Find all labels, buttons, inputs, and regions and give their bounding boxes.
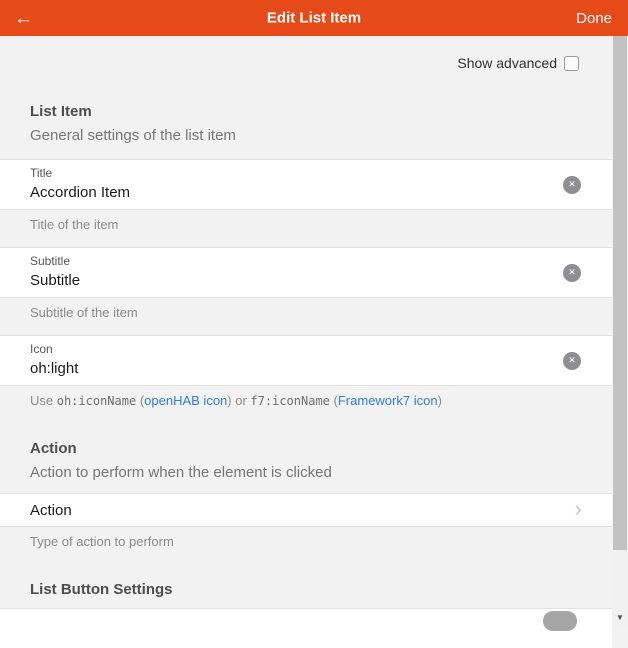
subtitle-field-card: Subtitle ✕ [0,247,612,298]
back-arrow-icon[interactable]: ← [14,9,40,28]
title-field-card: Title ✕ [0,159,612,210]
subtitle-input[interactable] [30,272,530,289]
settings-form: Show advanced List Item General settings… [0,55,612,648]
title-field-hint: Title of the item [30,217,582,232]
title-input[interactable] [30,184,530,201]
subtitle-field-hint: Subtitle of the item [30,305,582,320]
icon-hint-oh-syntax: oh:iconName [57,394,136,408]
icon-field-card: Icon ✕ [0,335,612,386]
section-desc-action: Action to perform when the element is cl… [30,464,582,481]
icon-hint-f7-syntax: f7:iconName [250,394,329,408]
section-title-list-item: List Item [30,103,582,120]
scrollbar-down-arrow-icon[interactable]: ▼ [612,613,628,622]
list-button-toggle[interactable] [543,611,577,631]
section-title-action: Action [30,440,582,457]
vertical-scrollbar[interactable]: ▼ [612,36,628,628]
icon-hint-paren2: ( [330,393,338,408]
page-title: Edit List Item [267,10,361,27]
action-row[interactable]: Action › [0,493,612,527]
icon-hint-prefix: Use [30,393,57,408]
navbar: ← Edit List Item Done [0,0,628,36]
clear-subtitle-icon[interactable]: ✕ [563,264,581,282]
list-button-card [0,608,612,648]
openhab-icon-link[interactable]: openHAB icon [144,393,227,408]
show-advanced-label: Show advanced [457,55,557,71]
icon-hint-paren1: ( [136,393,144,408]
show-advanced-row: Show advanced [0,55,579,71]
section-title-list-button: List Button Settings [30,581,582,598]
section-desc-list-item: General settings of the list item [30,127,582,144]
subtitle-field-label: Subtitle [30,254,582,268]
scrollbar-thumb[interactable] [613,36,627,550]
framework7-icon-link[interactable]: Framework7 icon [338,393,438,408]
action-row-label: Action [30,502,72,519]
icon-field-label: Icon [30,342,582,356]
icon-hint-suffix: ) [438,393,442,408]
title-field-label: Title [30,166,582,180]
icon-hint-middle: ) or [227,393,250,408]
icon-input[interactable] [30,360,530,377]
action-row-hint: Type of action to perform [30,534,582,549]
done-button[interactable]: Done [576,10,612,27]
clear-title-icon[interactable]: ✕ [563,176,581,194]
show-advanced-checkbox[interactable] [564,56,579,71]
clear-icon-field-icon[interactable]: ✕ [563,352,581,370]
chevron-right-icon: › [575,498,582,520]
icon-field-hint: Use oh:iconName (openHAB icon) or f7:ico… [30,393,582,408]
